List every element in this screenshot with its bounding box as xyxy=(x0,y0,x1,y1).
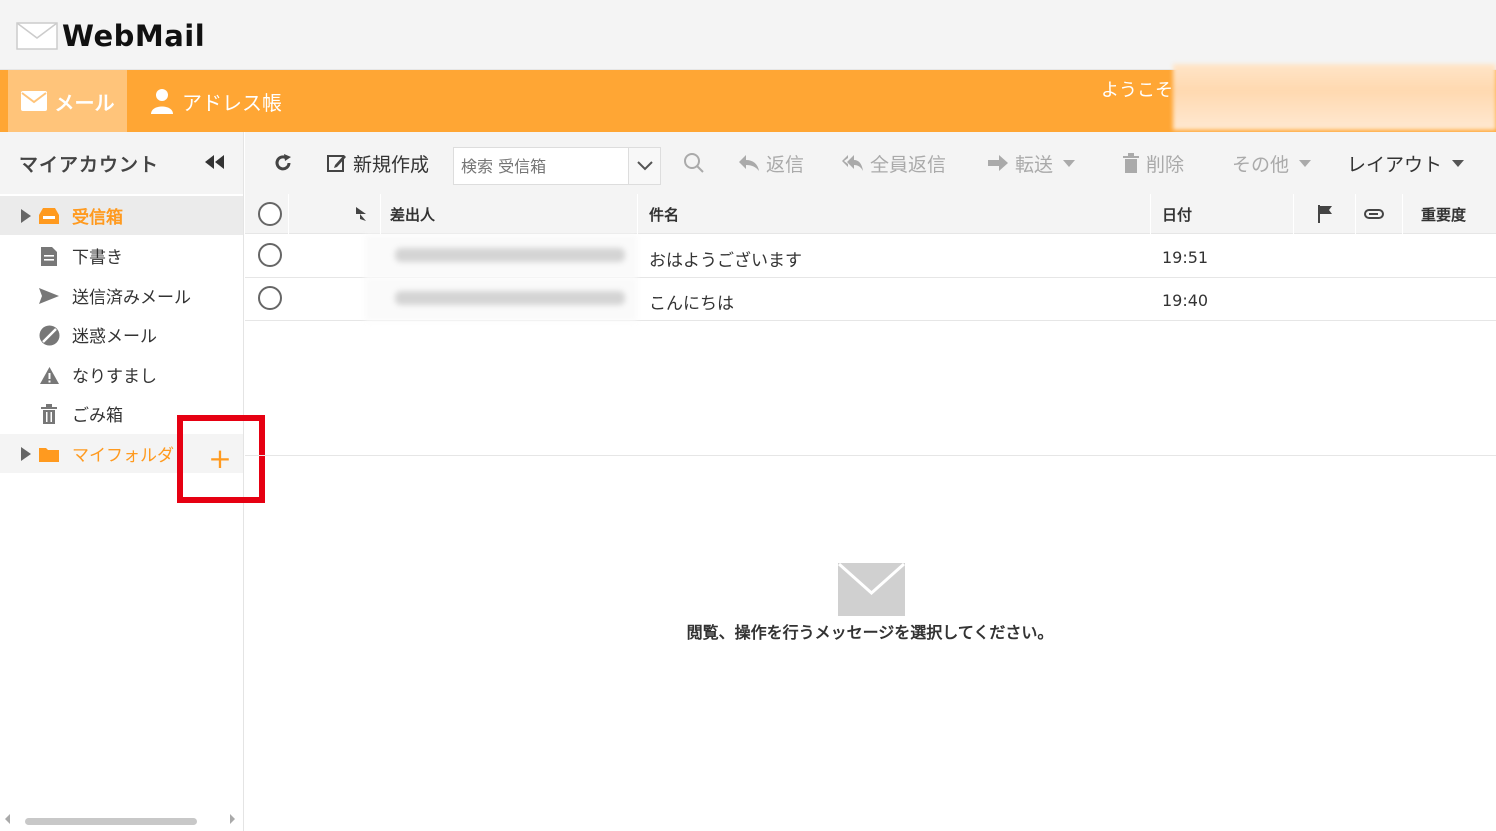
row-subject: こんにちは xyxy=(649,294,734,314)
chevron-down-icon xyxy=(636,161,653,171)
tab-address-label: アドレス帳 xyxy=(182,90,282,115)
reply-all-icon xyxy=(842,155,863,171)
reply-all-label: 全員返信 xyxy=(870,153,947,176)
logo: WebMail xyxy=(16,18,205,54)
column-priority[interactable]: 重要度 xyxy=(1421,194,1466,234)
search-box[interactable] xyxy=(453,147,661,185)
reply-button[interactable]: 返信 xyxy=(738,132,804,194)
redacted-sender xyxy=(365,278,637,321)
caret-down-icon xyxy=(1063,159,1076,167)
reply-icon xyxy=(739,155,759,171)
scroll-right-arrow-icon[interactable] xyxy=(230,814,235,824)
table-row[interactable]: こんにちは 19:40 xyxy=(245,278,1496,321)
warning-icon xyxy=(38,364,60,386)
preview-divider xyxy=(245,455,1496,456)
expand-arrow-icon[interactable] xyxy=(21,208,31,223)
trash-icon xyxy=(38,403,60,425)
folder-label: 受信箱 xyxy=(72,208,123,228)
tab-mail[interactable]: メール xyxy=(8,70,127,132)
webmail-app: WebMail メール アドレス帳 ようこそ マイアカウント 受信箱 下書き 送… xyxy=(0,0,1496,831)
caret-down-icon xyxy=(1299,159,1312,167)
forward-label: 転送 xyxy=(1015,153,1054,176)
folder-label: 送信済みメール xyxy=(72,288,191,308)
horizontal-scrollbar[interactable] xyxy=(25,818,197,825)
folder-label: 下書き xyxy=(72,248,123,268)
folder-label: マイフォルダ xyxy=(72,446,174,466)
sidebar-header: マイアカウント xyxy=(0,132,243,194)
user-icon xyxy=(151,89,173,114)
layout-label: レイアウト xyxy=(1347,153,1443,176)
expand-arrow-icon[interactable] xyxy=(21,446,31,461)
table-row[interactable]: おはようございます 19:51 xyxy=(245,235,1496,278)
collapse-sidebar-icon[interactable] xyxy=(202,152,226,172)
inbox-icon xyxy=(38,205,60,227)
folder-label: 迷惑メール xyxy=(72,327,157,347)
more-label: その他 xyxy=(1232,153,1290,176)
mail-icon xyxy=(20,91,47,111)
row-date: 19:40 xyxy=(1162,291,1209,310)
trash-icon xyxy=(1123,152,1139,173)
search-icon xyxy=(684,153,704,173)
welcome-text: ようこそ xyxy=(1101,80,1173,101)
app-header: WebMail xyxy=(0,0,1496,70)
column-from[interactable]: 差出人 xyxy=(390,194,435,234)
folder-icon xyxy=(38,443,60,465)
more-button[interactable]: その他 xyxy=(1232,132,1312,194)
folder-sent[interactable]: 送信済みメール xyxy=(0,276,243,315)
delete-label: 削除 xyxy=(1146,153,1185,176)
folder-drafts[interactable]: 下書き xyxy=(0,236,243,275)
tab-address-book[interactable]: アドレス帳 xyxy=(150,70,282,132)
delete-button[interactable]: 削除 xyxy=(1122,132,1184,194)
row-checkbox[interactable] xyxy=(258,286,282,310)
reply-label: 返信 xyxy=(766,153,805,176)
select-all-checkbox[interactable] xyxy=(258,194,282,234)
top-nav: メール アドレス帳 ようこそ xyxy=(0,64,1496,132)
compose-button[interactable]: 新規作成 xyxy=(327,132,429,194)
folder-label: なりすまし xyxy=(72,367,157,387)
row-checkbox[interactable] xyxy=(258,243,282,267)
layout-button[interactable]: レイアウト xyxy=(1347,132,1465,194)
envelope-icon xyxy=(838,563,905,616)
attachment-icon[interactable] xyxy=(1364,194,1384,234)
folder-inbox[interactable]: 受信箱 xyxy=(0,196,243,235)
column-subject[interactable]: 件名 xyxy=(649,194,679,234)
forward-icon xyxy=(988,155,1008,171)
redacted-username xyxy=(1173,64,1496,130)
toolbar: 新規作成 返信 全員返信 転送 削除 xyxy=(245,132,1496,194)
refresh-icon xyxy=(275,154,291,171)
document-icon xyxy=(38,245,60,267)
search-input[interactable] xyxy=(454,156,630,176)
envelope-logo-icon xyxy=(16,22,58,50)
folder-spoofing[interactable]: なりすまし xyxy=(0,355,243,394)
forward-button[interactable]: 転送 xyxy=(987,132,1076,194)
row-subject: おはようございます xyxy=(649,251,802,271)
account-title: マイアカウント xyxy=(19,153,160,176)
search-button[interactable] xyxy=(683,132,711,194)
logo-text: WebMail xyxy=(62,19,206,53)
thread-sort-icon[interactable] xyxy=(354,194,368,234)
refresh-button[interactable] xyxy=(273,132,299,194)
row-date: 19:51 xyxy=(1162,248,1209,267)
reply-all-button[interactable]: 全員返信 xyxy=(842,132,946,194)
tab-mail-label: メール xyxy=(54,90,115,115)
search-scope-dropdown[interactable] xyxy=(628,148,660,184)
highlight-box xyxy=(177,415,265,503)
caret-down-icon xyxy=(1452,159,1465,167)
column-date[interactable]: 日付 xyxy=(1162,194,1192,234)
folder-label: ごみ箱 xyxy=(72,406,123,426)
scroll-left-arrow-icon[interactable] xyxy=(5,814,10,824)
send-icon xyxy=(38,285,60,307)
folder-spam[interactable]: 迷惑メール xyxy=(0,315,243,354)
redacted-sender xyxy=(365,235,637,278)
compose-label: 新規作成 xyxy=(353,153,430,176)
block-icon xyxy=(38,324,60,346)
preview-placeholder-text: 閲覧、操作を行うメッセージを選択してください。 xyxy=(686,623,1054,642)
compose-icon xyxy=(327,155,346,172)
flag-icon[interactable] xyxy=(1317,194,1333,234)
list-header: 差出人 件名 日付 重要度 xyxy=(245,194,1496,234)
